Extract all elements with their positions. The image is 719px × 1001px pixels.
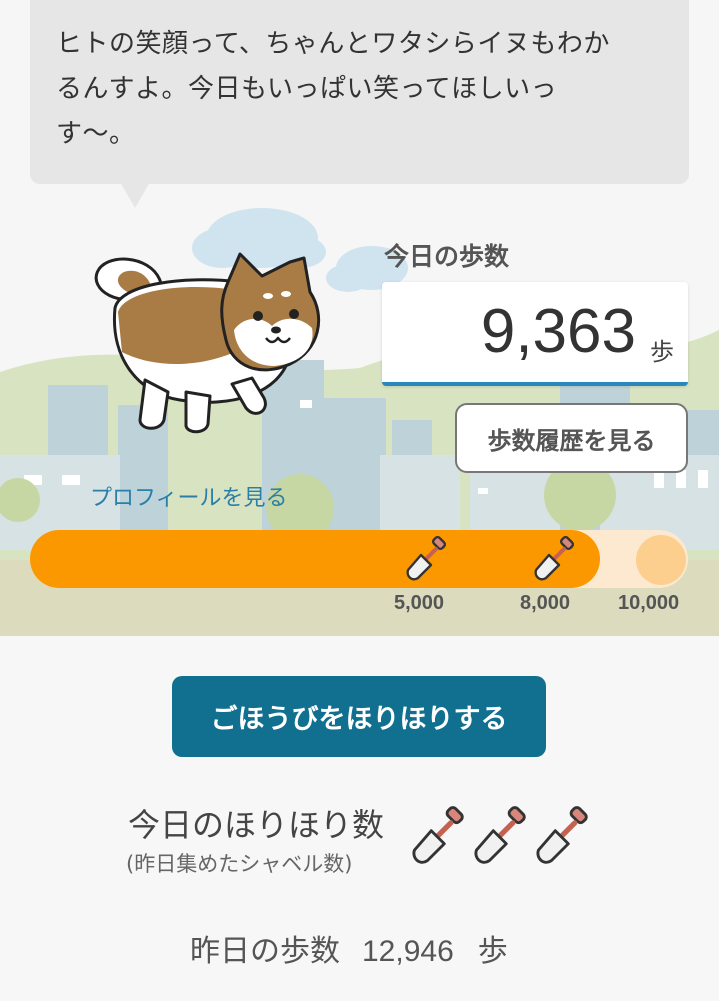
speech-bubble: ヒトの笑顔って、ちゃんとワタシらイヌもわか るんすよ。今日もいっぱい笑ってほしい… (30, 0, 689, 184)
today-steps-unit: 歩 (650, 338, 674, 366)
speech-bubble-tail (120, 182, 150, 208)
yesterday-steps: 昨日の歩数 12,946 歩 (190, 926, 508, 970)
shovel-icon (536, 806, 588, 864)
shovel-icon (474, 806, 526, 864)
profile-link[interactable]: プロフィールを見る (90, 480, 288, 512)
shovel-icon (534, 536, 575, 581)
today-steps-box: 9,363 歩 (382, 282, 688, 386)
milestone-label-5000: 5,000 (394, 592, 445, 614)
yesterday-steps-label: 昨日の歩数 (190, 934, 340, 969)
dig-count-sublabel: (昨日集めたシャベル数) (126, 852, 353, 876)
progress-fill (30, 530, 600, 588)
shovel-icon (406, 536, 447, 581)
shovel-icon (412, 806, 464, 864)
yesterday-steps-unit: 歩 (477, 934, 508, 969)
speech-line-3: す〜。 (56, 119, 136, 149)
app-screen: ヒトの笑顔って、ちゃんとワタシらイヌもわか るんすよ。今日もいっぱい笑ってほしい… (0, 0, 719, 1001)
step-history-button[interactable]: 歩数履歴を見る (455, 403, 688, 473)
speech-line-1: ヒトの笑顔って、ちゃんとワタシらイヌもわか (56, 29, 610, 59)
goal-marker (636, 535, 686, 585)
scene-background: ヒトの笑顔って、ちゃんとワタシらイヌもわか るんすよ。今日もいっぱい笑ってほしい… (0, 0, 719, 636)
dig-count-label: 今日のほりほり数 (128, 806, 385, 844)
speech-line-2: るんすよ。今日もいっぱい笑ってほしいっ (56, 74, 558, 104)
dig-shovel-icons (412, 806, 588, 864)
milestone-label-8000: 8,000 (520, 592, 571, 614)
dig-reward-button[interactable]: ごほうびをほりほりする (172, 676, 546, 757)
today-steps-value: 9,363 (480, 297, 636, 366)
milestone-label-10000: 10,000 (618, 592, 680, 614)
yesterday-steps-value: 12,946 (362, 935, 454, 968)
today-steps-label: 今日の歩数 (384, 242, 510, 271)
